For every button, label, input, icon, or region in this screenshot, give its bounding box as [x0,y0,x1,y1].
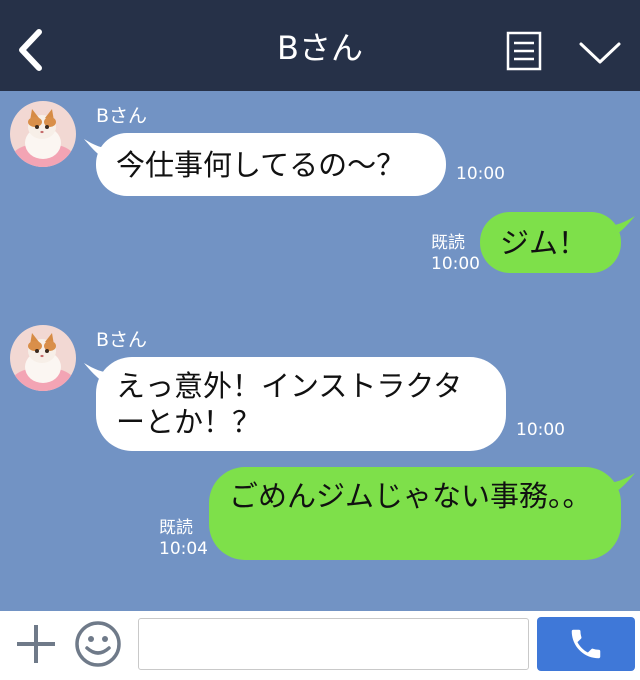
sender-name: Bさん [96,105,148,127]
message-input[interactable] [138,618,529,670]
bubble-tail [84,363,114,387]
menu-button[interactable] [506,31,542,71]
message-text: えっ意外！インストラクターとか！？ [116,369,463,439]
cat-avatar-icon [10,101,76,167]
incoming-message-bubble[interactable]: 今仕事何してるの〜？ [84,133,446,196]
chat-area[interactable]: Bさん 今仕事何してるの〜？ 10:00 既読 10:00 ジム！ Bさん えっ… [0,91,640,611]
message-text: 今仕事何してるの〜？ [116,148,406,182]
cat-avatar-icon [10,325,76,391]
bubble-tail [605,216,635,240]
bubble-tail [84,139,114,163]
read-receipt: 既読 [431,233,465,253]
menu-icon [506,31,542,71]
message-time: 10:00 [516,420,565,440]
outgoing-message-bubble[interactable]: ごめんジムじゃない事務。。 [209,467,635,560]
sender-name: Bさん [96,329,148,351]
message-time: 10:04 [159,539,208,559]
bubble-tail [605,473,635,497]
emoji-button[interactable] [74,620,122,668]
avatar[interactable] [10,325,76,391]
chevron-down-icon [579,42,621,64]
add-attachment-button[interactable] [14,622,58,666]
message-text: ごめんジムじゃない事務。。 [229,479,592,513]
message-text: ジム！ [500,226,588,260]
message-time: 10:00 [456,164,505,184]
message-time: 10:00 [431,254,480,274]
dropdown-button[interactable] [578,38,622,68]
outgoing-message-bubble[interactable]: ジム！ [480,212,635,273]
incoming-message-bubble[interactable]: えっ意外！インストラクターとか！？ [84,357,506,451]
chat-title: Bさん [277,29,363,67]
plus-icon [17,625,55,663]
read-receipt: 既読 [159,518,193,538]
smiley-icon [75,621,121,667]
avatar[interactable] [10,101,76,167]
chat-header: Bさん [0,0,640,91]
call-button[interactable] [537,617,635,671]
phone-icon [571,629,601,659]
